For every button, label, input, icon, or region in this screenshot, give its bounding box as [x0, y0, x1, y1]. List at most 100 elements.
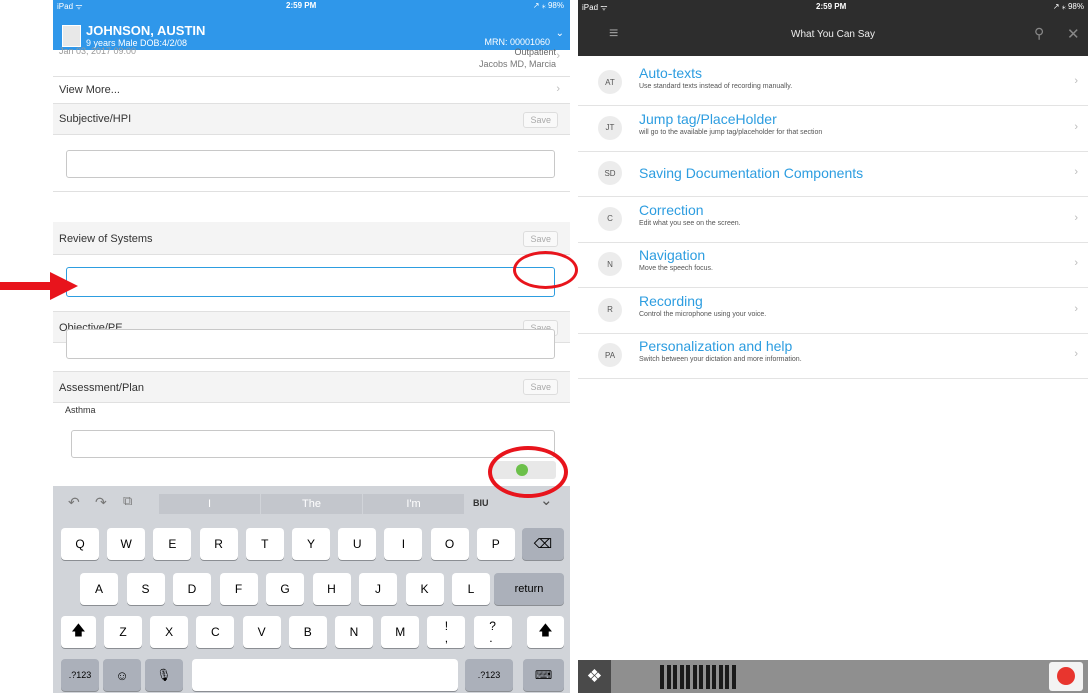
- space-key[interactable]: [192, 659, 458, 691]
- numbers-left-key[interactable]: .?123: [61, 659, 99, 691]
- suggestion-1[interactable]: I: [159, 494, 260, 514]
- key-4-row3[interactable]: B: [288, 616, 327, 648]
- key-2-row3[interactable]: C: [196, 616, 235, 648]
- highlight-circle-mic: [488, 446, 568, 498]
- paste-icon[interactable]: ⧉: [123, 493, 132, 509]
- key-5-row1[interactable]: Y: [292, 528, 330, 560]
- command-row[interactable]: R Recording Control the microphone using y…: [578, 289, 1088, 334]
- close-icon[interactable]: ✕: [1067, 25, 1080, 43]
- visit-row[interactable]: Jan 03, 2017 09:00 Outpatient Jacobs MD,…: [53, 46, 570, 77]
- key-1-row3[interactable]: X: [150, 616, 189, 648]
- key-3-row3[interactable]: V: [242, 616, 281, 648]
- view-more-link[interactable]: View More...: [59, 84, 120, 96]
- chevron-right-icon: ›: [1074, 120, 1078, 133]
- meter-bar: [673, 665, 677, 689]
- section-subjective-header: Subjective/HPI Save: [53, 104, 570, 135]
- dictation-key-icon[interactable]: 🎙: [145, 659, 183, 691]
- key-0-row3[interactable]: Z: [104, 616, 142, 648]
- key-7-row1[interactable]: I: [384, 528, 423, 560]
- key-4-row1[interactable]: T: [245, 528, 284, 560]
- numbers-right-key[interactable]: .?123: [465, 659, 513, 691]
- meter-bar: [718, 665, 723, 689]
- assessment-input[interactable]: [71, 430, 555, 458]
- save-button[interactable]: Save: [523, 231, 558, 247]
- command-subtitle: Control the microphone using your voice.: [639, 310, 767, 318]
- emoji-icon[interactable]: ☺: [103, 659, 141, 691]
- command-row[interactable]: N Navigation Move the speech focus. ›: [578, 243, 1088, 288]
- keyboard-hide-icon[interactable]: ⌨: [523, 659, 564, 691]
- ros-input[interactable]: [66, 267, 555, 297]
- key-6-row1[interactable]: U: [338, 528, 377, 560]
- key-8-row3[interactable]: ? .: [473, 616, 512, 648]
- patient-name: JOHNSON, AUSTIN: [86, 23, 206, 38]
- chevron-right-icon: ›: [1074, 257, 1078, 269]
- key-5-row2[interactable]: H: [312, 573, 351, 605]
- key-4-row2[interactable]: G: [266, 573, 304, 605]
- key-2-row1[interactable]: E: [153, 528, 192, 560]
- mic-button[interactable]: [1049, 662, 1083, 691]
- key-0-row2[interactable]: A: [80, 573, 118, 605]
- return-key[interactable]: return: [494, 573, 564, 605]
- objective-input[interactable]: [66, 329, 555, 359]
- command-badge: R: [598, 297, 622, 322]
- meter-bar: [705, 665, 710, 689]
- command-row[interactable]: C Correction Edit what you see on the scre…: [578, 198, 1088, 243]
- command-row[interactable]: AT Auto-texts Use standard texts instead o…: [578, 61, 1088, 106]
- command-title: Jump tag/PlaceHolder: [639, 110, 777, 127]
- meter-bar: [731, 665, 736, 689]
- command-subtitle: Edit what you see on the screen.: [639, 219, 741, 227]
- backspace-key[interactable]: ⌫: [522, 528, 564, 560]
- patient-header[interactable]: iPad ᯤ 2:59 PM ↗ ⁎ 98% JOHNSON, AUSTIN 9…: [53, 0, 570, 50]
- subjective-input[interactable]: [66, 150, 555, 178]
- command-badge: N: [598, 252, 622, 276]
- key-8-row1[interactable]: O: [430, 528, 469, 560]
- command-subtitle: will go to the available jump tag/placeh…: [639, 128, 823, 136]
- key-1-row1[interactable]: W: [107, 528, 146, 560]
- key-0-row1[interactable]: Q: [61, 528, 99, 560]
- key-6-row2[interactable]: J: [359, 573, 397, 605]
- shift-right-key[interactable]: 🡅: [527, 616, 564, 648]
- shift-left-key[interactable]: 🡅: [61, 616, 96, 648]
- chevron-down-icon[interactable]: ⌄: [556, 28, 564, 39]
- chevron-right-icon: ›: [556, 50, 560, 62]
- key-7-row2[interactable]: K: [405, 573, 444, 605]
- undo-icon[interactable]: ↶: [68, 494, 80, 511]
- chevron-right-icon: ›: [556, 83, 560, 95]
- view-more-row[interactable]: View More... ›: [53, 77, 570, 104]
- meter-bar: [699, 665, 703, 689]
- key-1-row2[interactable]: S: [126, 573, 165, 605]
- dragon-logo-icon[interactable]: ❖: [578, 660, 611, 693]
- on-screen-keyboard: ↶ ↷ ⧉ I The I'm BIU ⌃ ⌄ QWERTYUIOP ⌫ ASD…: [53, 486, 570, 693]
- key-2-row2[interactable]: D: [173, 573, 211, 605]
- command-title: Navigation: [639, 247, 706, 263]
- section-ros-body: [53, 255, 570, 312]
- key-9-row1[interactable]: P: [476, 528, 515, 560]
- status-battery: ↗ ⁎ 98%: [532, 1, 564, 10]
- command-title: Correction: [639, 201, 704, 218]
- status-time: 2:59 PM: [286, 1, 317, 10]
- command-subtitle: Switch between your dictation and more i…: [639, 356, 802, 363]
- command-row[interactable]: SD Saving Documentation Components ›: [578, 152, 1088, 197]
- chevron-right-icon: ›: [1074, 302, 1078, 315]
- key-3-row1[interactable]: R: [199, 528, 238, 560]
- command-title: Recording: [639, 292, 703, 309]
- search-icon[interactable]: ⚲: [1034, 25, 1044, 42]
- format-button[interactable]: BIU: [473, 498, 489, 508]
- command-row[interactable]: JT Jump tag/PlaceHolder will go to the ava…: [578, 107, 1088, 152]
- command-row[interactable]: PA Personalization and help Switch between…: [578, 334, 1088, 379]
- key-6-row3[interactable]: M: [381, 616, 420, 648]
- save-button[interactable]: Save: [523, 379, 558, 395]
- meter-bar: [660, 665, 664, 689]
- key-8-row2[interactable]: L: [452, 573, 490, 605]
- suggestion-2[interactable]: The: [261, 494, 362, 514]
- visit-provider: Jacobs MD, Marcia: [478, 59, 556, 69]
- save-button[interactable]: Save: [523, 112, 558, 128]
- patient-mrn: MRN: 00001060: [484, 37, 550, 47]
- key-3-row2[interactable]: F: [219, 573, 258, 605]
- key-7-row3[interactable]: ! ,: [427, 616, 466, 648]
- key-5-row3[interactable]: N: [335, 616, 373, 648]
- header-title: What You Can Say: [791, 29, 875, 40]
- redo-icon[interactable]: ↷: [95, 494, 107, 511]
- meter-bar: [712, 665, 716, 689]
- suggestion-3[interactable]: I'm: [363, 494, 464, 514]
